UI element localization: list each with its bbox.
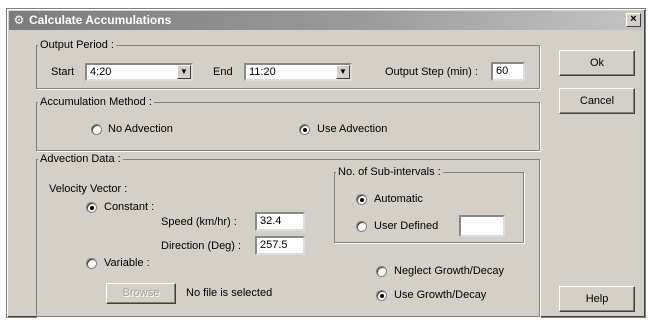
use-advection-label[interactable]: Use Advection — [317, 122, 387, 136]
file-status-text: No file is selected — [186, 287, 273, 299]
start-select[interactable]: 4:20 ▼ — [85, 63, 193, 81]
radio-selected-dot — [360, 198, 364, 202]
radio-selected-dot — [380, 294, 384, 298]
variable-radio[interactable] — [86, 258, 97, 269]
speed-input[interactable]: 32.4 — [255, 212, 305, 231]
velocity-vector-label: Velocity Vector : — [49, 183, 128, 195]
end-value: 11:20 — [249, 66, 276, 78]
output-step-input[interactable]: 60 — [491, 62, 525, 81]
automatic-label[interactable]: Automatic — [374, 192, 423, 206]
help-button[interactable]: Help — [559, 286, 635, 312]
end-select[interactable]: 11:20 ▼ — [244, 63, 352, 81]
speed-label: Speed (km/hr) : — [161, 216, 237, 228]
user-defined-input[interactable] — [459, 215, 505, 237]
neglect-growth-radio[interactable] — [376, 266, 387, 277]
subintervals-legend: No. of Sub-intervals : — [338, 166, 441, 178]
neglect-growth-label[interactable]: Neglect Growth/Decay — [394, 264, 504, 278]
radio-selected-dot — [303, 128, 307, 132]
cancel-button[interactable]: Cancel — [559, 88, 635, 114]
constant-radio[interactable] — [86, 202, 97, 213]
start-value: 4:20 — [90, 66, 112, 78]
calculate-accumulations-dialog: ⚙ Calculate Accumulations × Output Perio… — [6, 8, 646, 318]
app-icon: ⚙ — [13, 13, 25, 27]
advection-data-legend: Advection Data : — [40, 153, 121, 165]
use-growth-label[interactable]: Use Growth/Decay — [394, 288, 486, 302]
close-button[interactable]: × — [626, 13, 641, 27]
user-defined-label[interactable]: User Defined — [374, 219, 438, 233]
use-growth-radio[interactable] — [376, 290, 387, 301]
automatic-radio[interactable] — [356, 194, 367, 205]
window-title: Calculate Accumulations — [29, 13, 172, 27]
use-advection-radio[interactable] — [299, 124, 310, 135]
output-period-legend: Output Period : — [40, 39, 114, 51]
direction-label: Direction (Deg) : — [161, 240, 242, 252]
no-advection-label[interactable]: No Advection — [108, 122, 173, 136]
constant-label[interactable]: Constant : — [104, 200, 154, 214]
radio-selected-dot — [90, 206, 94, 210]
chevron-down-icon[interactable]: ▼ — [336, 65, 350, 79]
end-label: End — [213, 66, 233, 78]
start-label: Start — [51, 66, 75, 78]
no-advection-radio[interactable] — [91, 124, 102, 135]
direction-input[interactable]: 257.5 — [255, 236, 305, 255]
ok-button[interactable]: Ok — [559, 50, 635, 76]
variable-label[interactable]: Variable : — [104, 256, 150, 270]
browse-button[interactable]: Browse — [106, 283, 176, 304]
accumulation-method-legend: Accumulation Method : — [40, 96, 152, 108]
chevron-down-icon[interactable]: ▼ — [177, 65, 191, 79]
user-defined-radio[interactable] — [356, 221, 367, 232]
output-step-label: Output Step (min) : — [385, 66, 478, 78]
title-bar: ⚙ Calculate Accumulations × — [9, 11, 643, 30]
